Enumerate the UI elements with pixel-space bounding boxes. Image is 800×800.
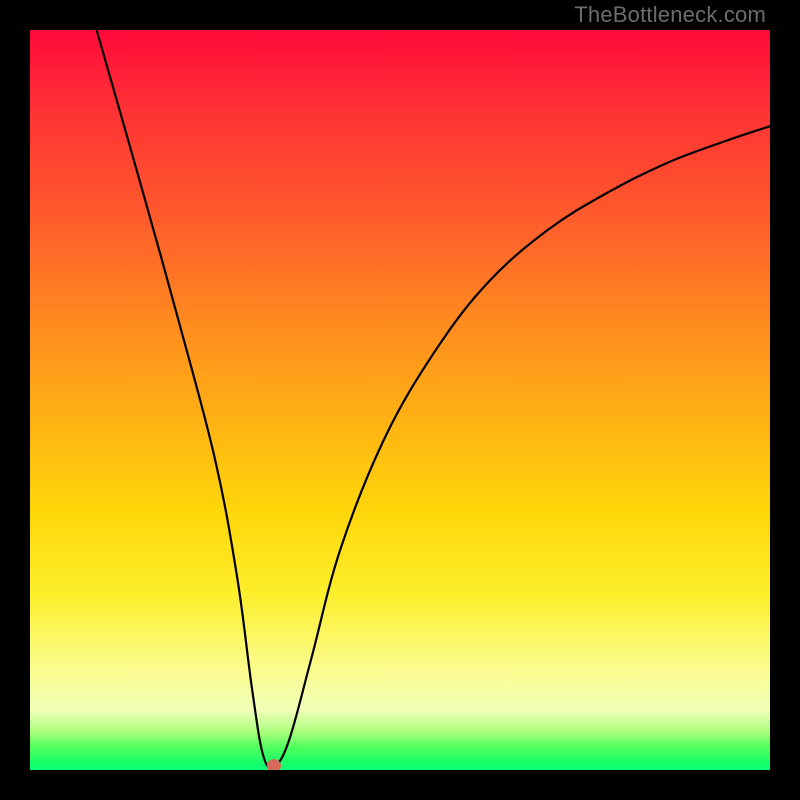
bottleneck-curve [30,30,770,770]
watermark-text: TheBottleneck.com [574,2,766,28]
optimum-marker [267,759,281,770]
chart-frame [30,30,770,770]
